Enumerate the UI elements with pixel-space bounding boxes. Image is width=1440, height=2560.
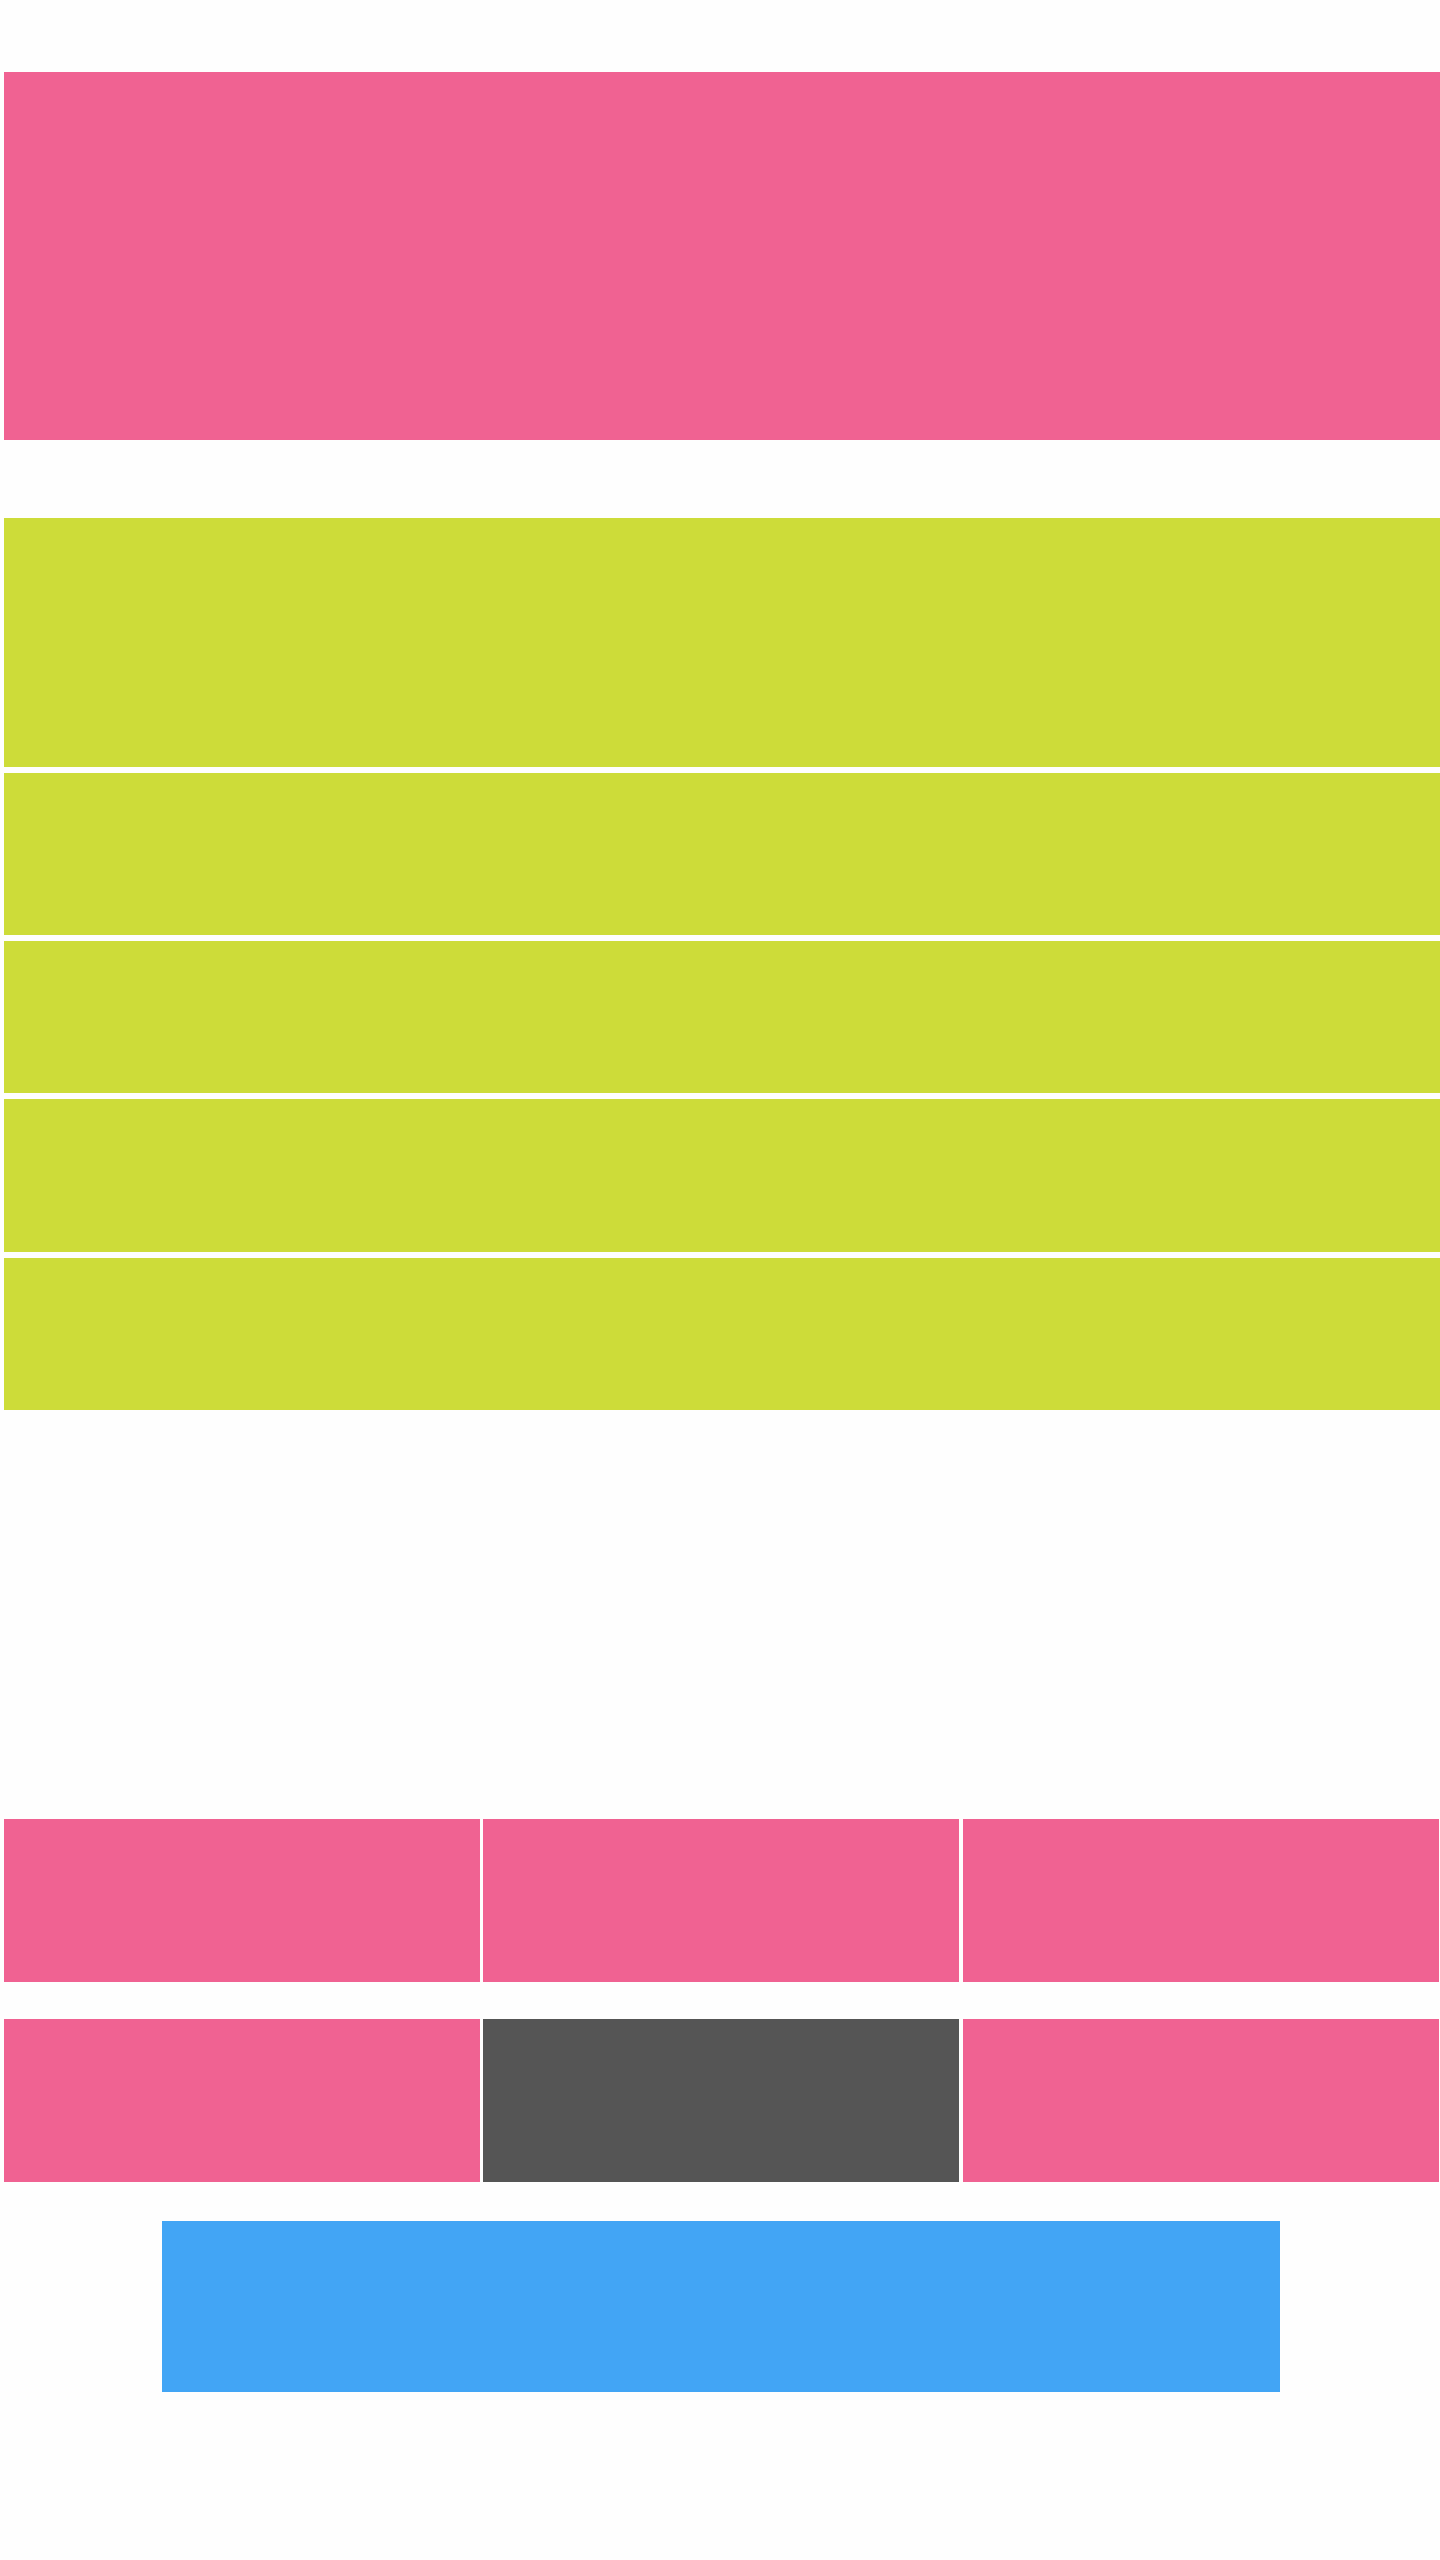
grid-tile[interactable] [4, 2019, 480, 2182]
primary-action-button[interactable] [162, 2221, 1280, 2392]
list-item[interactable] [4, 1258, 1440, 1410]
list-item[interactable] [4, 518, 1440, 767]
grid-tile[interactable] [483, 1819, 959, 1982]
grid-tile[interactable] [963, 1819, 1439, 1982]
hero-banner [4, 72, 1440, 440]
grid-tile[interactable] [4, 1819, 480, 1982]
grid-tile-selected[interactable] [483, 2019, 959, 2182]
list-item[interactable] [4, 941, 1440, 1093]
list-item[interactable] [4, 1099, 1440, 1252]
grid-tile[interactable] [963, 2019, 1439, 2182]
list-item[interactable] [4, 773, 1440, 935]
